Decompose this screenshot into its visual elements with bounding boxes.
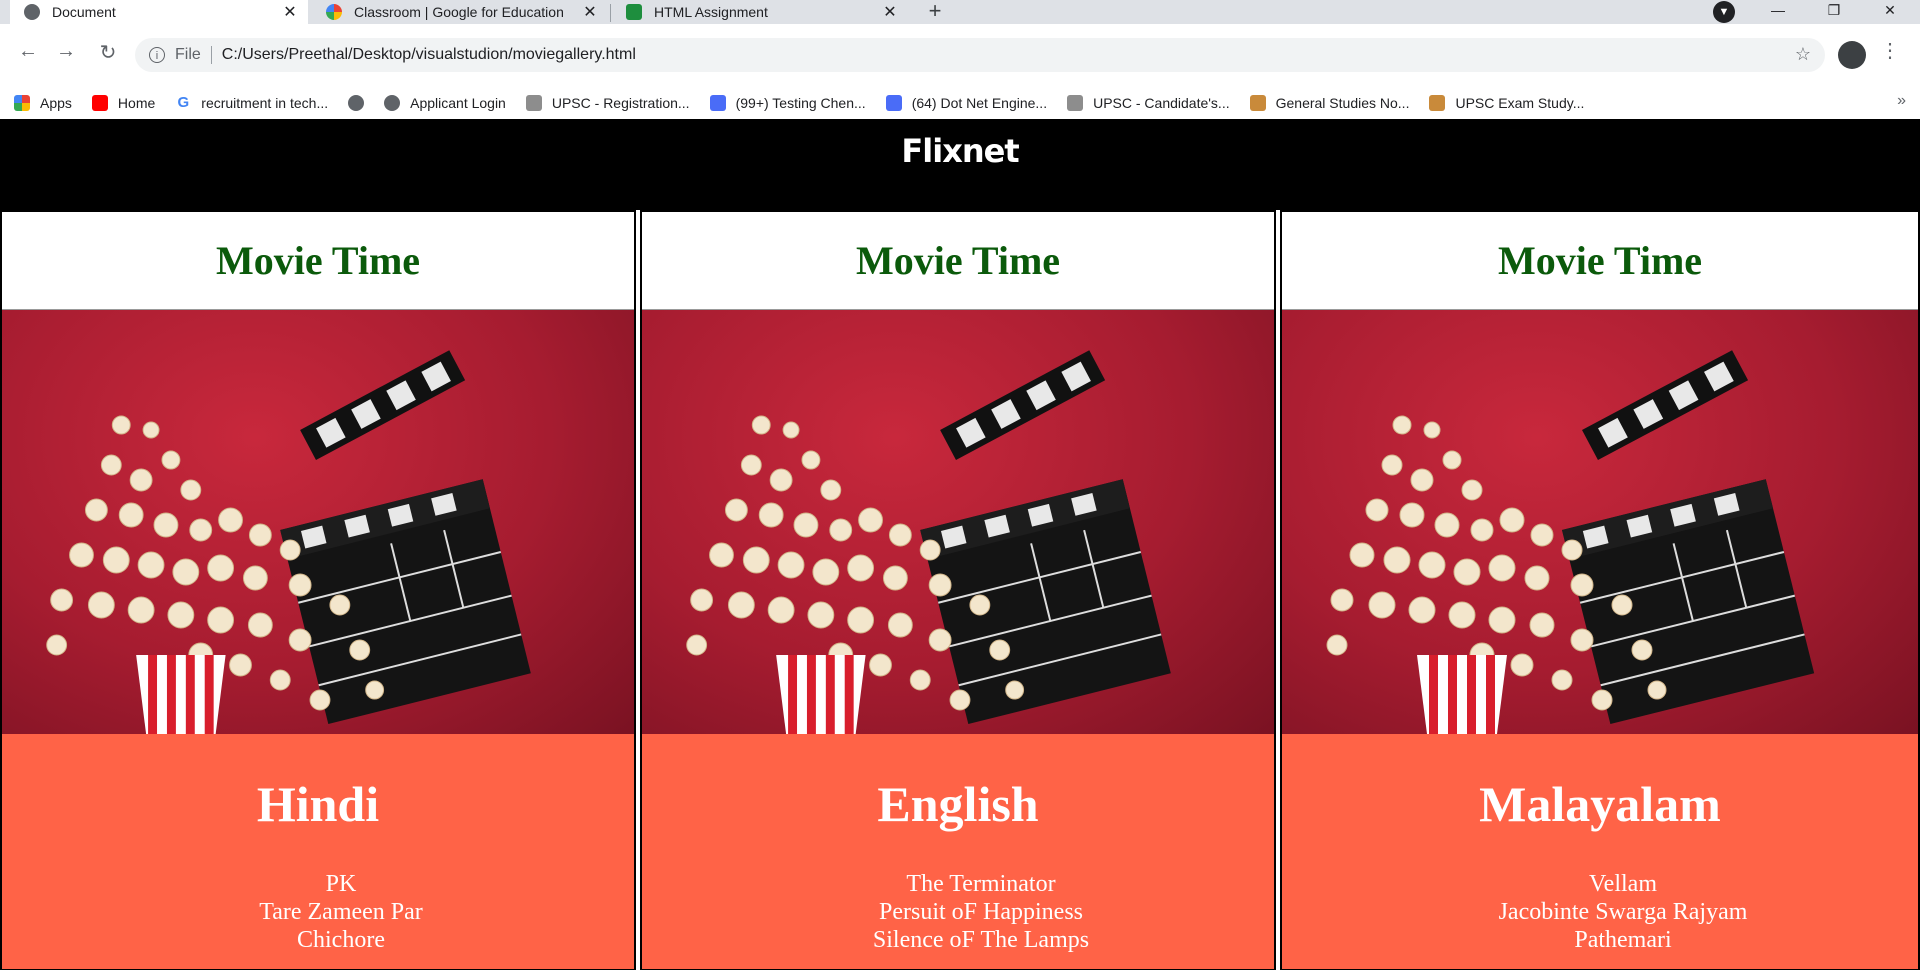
tab-classroom[interactable]: Classroom | Google for Education ✕ (312, 0, 608, 24)
new-tab-button[interactable]: + (919, 0, 951, 24)
tab-strip: Document ✕ Classroom | Google for Educat… (0, 0, 1920, 24)
movie-list: The Terminator Persuit oF Happiness Sile… (642, 870, 1274, 954)
bookmark-globe[interactable] (348, 94, 365, 111)
movie-card-malayalam: Movie Time Malayalam Vellam Jacobinte Sw… (1280, 210, 1920, 970)
bookmark-upsc-registration[interactable]: UPSC - Registration... (525, 94, 690, 111)
chat-icon (709, 94, 726, 111)
bookmark-upsc-candidate[interactable]: UPSC - Candidate's... (1067, 94, 1230, 111)
language-title: Malayalam (1479, 776, 1721, 832)
movie-list: Vellam Jacobinte Swarga Rajyam Pathemari (1282, 870, 1918, 954)
movie-item: Tare Zameen Par (259, 899, 423, 925)
language-panel: English The Terminator Persuit oF Happin… (642, 734, 1274, 969)
site-header: Flixnet (0, 119, 1920, 210)
close-icon[interactable]: ✕ (580, 2, 600, 22)
omnibox-divider (210, 46, 212, 64)
popcorn-clapperboard-image (2, 310, 634, 734)
movie-item: Jacobinte Swarga Rajyam (1498, 899, 1748, 925)
bookmarks-bar: Apps Home G recruitment in tech... Appli… (0, 86, 1920, 120)
classroom-icon (626, 4, 642, 20)
close-icon[interactable]: ✕ (280, 2, 300, 22)
movie-item: Chichore (297, 927, 385, 953)
popcorn-clapperboard-image (642, 310, 1274, 734)
youtube-icon (91, 94, 108, 111)
tab-label: Classroom | Google for Education (354, 4, 564, 20)
movie-item: Silence oF The Lamps (872, 927, 1090, 953)
card-heading: Movie Time (642, 212, 1274, 310)
figure-icon (1249, 94, 1266, 111)
card-row: Movie Time Hindi PK Tare Zameen Par Chic… (0, 210, 1920, 975)
language-title: English (877, 776, 1039, 832)
chat-icon (885, 94, 902, 111)
bookmark-recruitment[interactable]: G recruitment in tech... (175, 94, 328, 111)
tab-label: Document (52, 4, 116, 20)
tab-divider (610, 4, 611, 22)
reload-icon[interactable]: ↻ (94, 40, 122, 65)
google-icon: G (175, 94, 192, 111)
card-heading: Movie Time (1282, 212, 1918, 310)
tab-html-assignment[interactable]: HTML Assignment ✕ (612, 0, 908, 24)
star-icon[interactable]: ☆ (1795, 44, 1811, 65)
page-content: Flixnet Movie Time Hindi PK Tare Zameen … (0, 119, 1920, 975)
forward-icon[interactable]: → (52, 40, 80, 63)
globe-icon (384, 94, 401, 111)
close-window-button[interactable]: ✕ (1870, 0, 1910, 24)
emblem-icon (525, 94, 542, 111)
browser-toolbar: ← → ↻ i File C:/Users/Preethal/Desktop/v… (0, 24, 1920, 86)
tab-label: HTML Assignment (654, 4, 768, 20)
bookmark-testing-chennai[interactable]: (99+) Testing Chen... (709, 94, 866, 111)
google-icon (326, 4, 342, 20)
language-panel: Hindi PK Tare Zameen Par Chichore (2, 734, 634, 969)
info-icon[interactable]: i (149, 47, 165, 63)
globe-icon (348, 94, 365, 111)
back-icon[interactable]: ← (14, 40, 42, 63)
url-scheme: File (175, 46, 201, 63)
brand-logo-text: Flixnet (901, 132, 1019, 170)
movie-item: The Terminator (906, 871, 1056, 897)
chevron-right-icon[interactable]: » (1897, 92, 1906, 110)
movie-card-hindi: Movie Time Hindi PK Tare Zameen Par Chic… (0, 210, 636, 970)
url-text[interactable]: C:/Users/Preethal/Desktop/visualstudion/… (222, 46, 636, 64)
bookmark-upsc-exam-study[interactable]: UPSC Exam Study... (1429, 94, 1584, 111)
movie-item: Pathemari (1574, 927, 1672, 953)
restore-button[interactable]: ❐ (1814, 0, 1854, 24)
movie-list: PK Tare Zameen Par Chichore (2, 870, 634, 954)
emblem-icon (1067, 94, 1084, 111)
language-panel: Malayalam Vellam Jacobinte Swarga Rajyam… (1282, 734, 1918, 969)
tab-document[interactable]: Document ✕ (10, 0, 308, 24)
popcorn-clapperboard-image (1282, 310, 1918, 734)
movie-item: PK (325, 871, 357, 897)
movie-item: Persuit oF Happiness (879, 899, 1083, 925)
bookmark-dot-net[interactable]: (64) Dot Net Engine... (885, 94, 1047, 111)
bookmark-applicant-login[interactable]: Applicant Login (384, 94, 506, 111)
minimize-button[interactable]: — (1758, 0, 1798, 24)
close-icon[interactable]: ✕ (880, 2, 900, 22)
more-menu-icon[interactable]: ⋮ (1880, 38, 1900, 63)
movie-card-english: Movie Time English The Terminator Persui… (640, 210, 1276, 970)
browser-chrome: Document ✕ Classroom | Google for Educat… (0, 0, 1920, 120)
movie-item: Vellam (1589, 871, 1657, 897)
bookmark-apps[interactable]: Apps (14, 94, 72, 111)
bookmark-general-studies[interactable]: General Studies No... (1249, 94, 1409, 111)
bookmark-home[interactable]: Home (91, 94, 155, 111)
tab-search-icon[interactable]: ▼ (1704, 0, 1744, 24)
profile-avatar[interactable] (1838, 41, 1866, 69)
globe-icon (24, 4, 40, 20)
figure-icon (1429, 94, 1446, 111)
card-heading: Movie Time (2, 212, 634, 310)
apps-grid-icon (14, 94, 30, 111)
address-bar[interactable]: i File C:/Users/Preethal/Desktop/visuals… (135, 38, 1825, 72)
language-title: Hindi (256, 776, 380, 832)
